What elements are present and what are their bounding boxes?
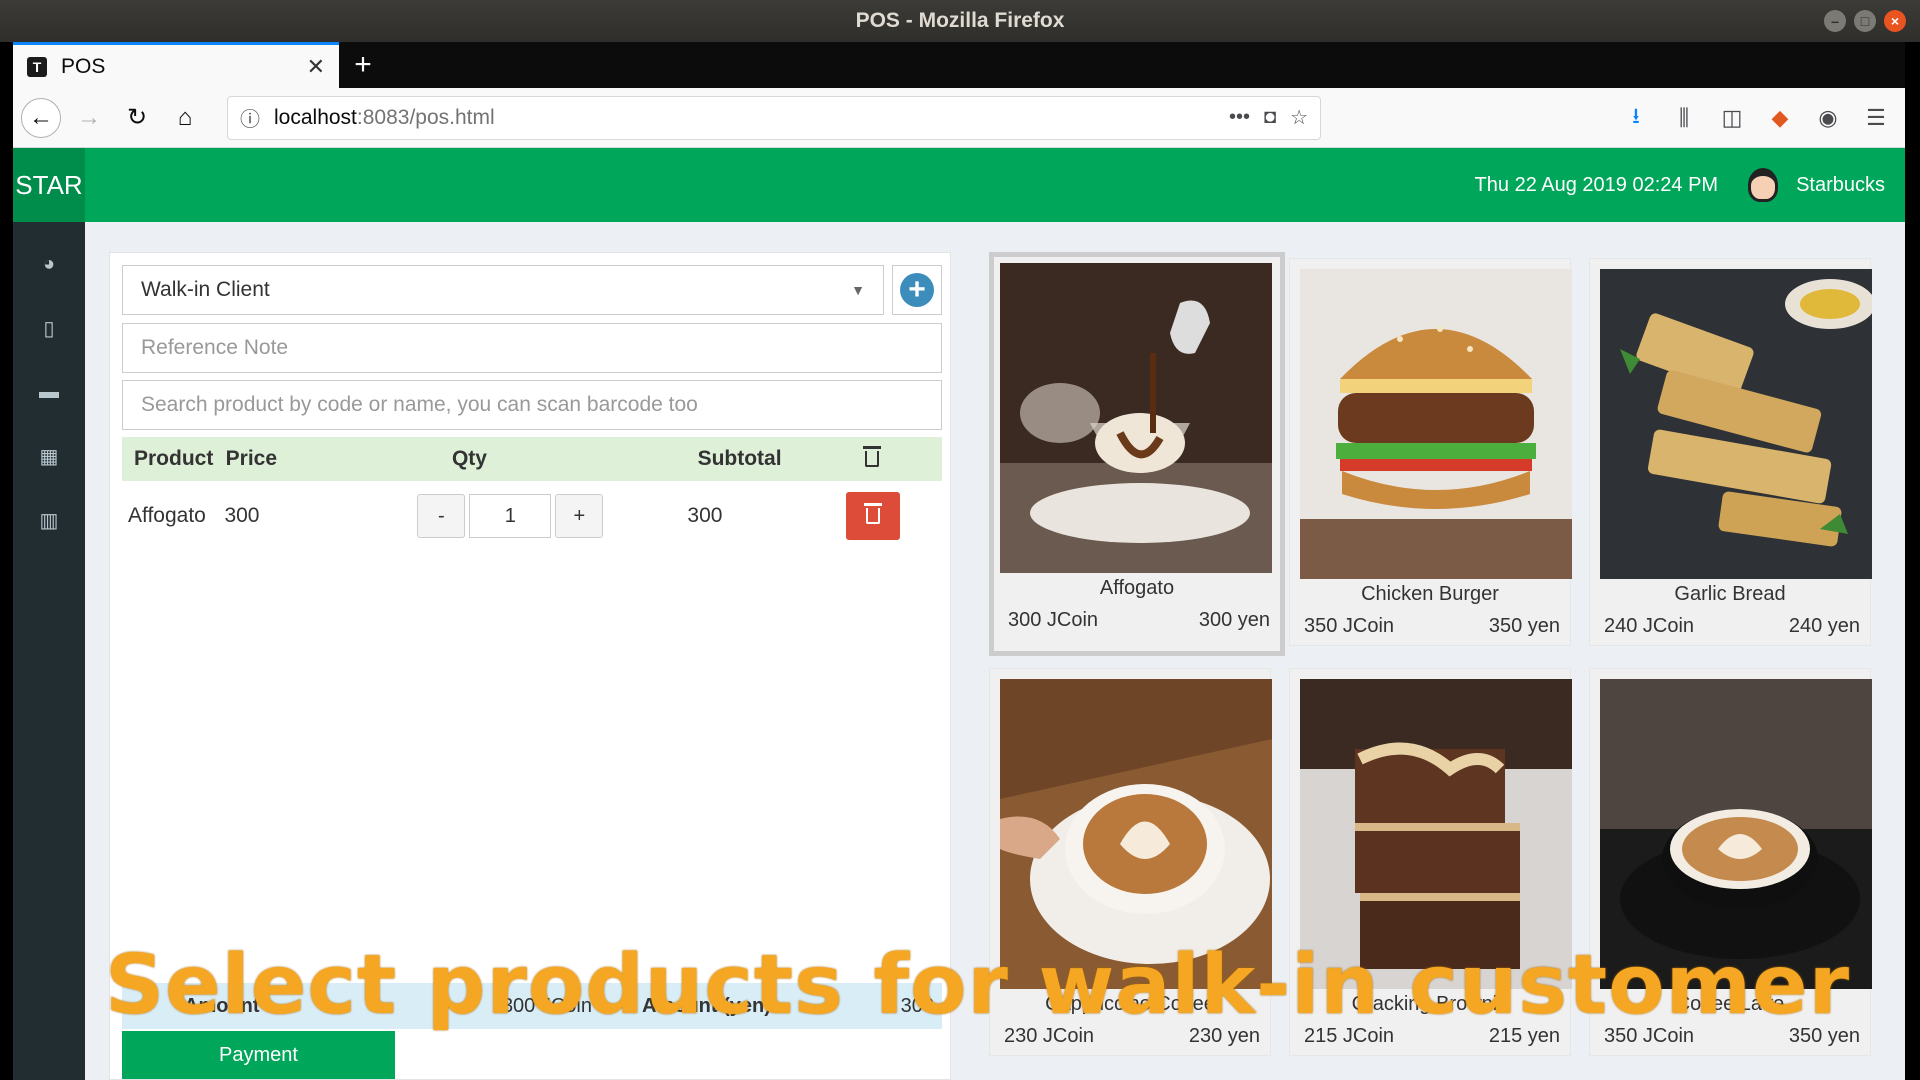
library-icon[interactable]: ⫼ xyxy=(1669,103,1699,133)
product-prices: 300 JCoin 300 yen xyxy=(1008,609,1270,632)
cart-header-row: Product Price Qty Subtotal xyxy=(122,437,942,481)
hamburger-menu-icon[interactable]: ☰ xyxy=(1861,103,1891,133)
minimize-icon[interactable]: – xyxy=(1824,10,1846,32)
tutorial-caption: Select products for walk-in customer xyxy=(105,938,1851,1033)
plus-circle-icon: + xyxy=(900,273,934,307)
product-image-affogato xyxy=(1000,263,1272,573)
more-actions-icon[interactable]: ••• xyxy=(1229,106,1250,129)
receipt-icon[interactable]: ▯ xyxy=(13,296,85,360)
bookmark-star-icon[interactable]: ☆ xyxy=(1290,105,1308,130)
product-name: Chicken Burger xyxy=(1361,583,1499,605)
info-icon[interactable]: ⓘ xyxy=(240,103,260,132)
sidebar-toggle-icon[interactable]: ◫ xyxy=(1717,103,1747,133)
product-yen-price: 240 yen xyxy=(1788,615,1860,637)
new-tab-icon[interactable]: + xyxy=(339,42,387,88)
col-qty: Qty xyxy=(451,447,487,470)
home-icon[interactable]: ⌂ xyxy=(165,98,205,138)
qty-increase-button[interactable]: + xyxy=(555,494,604,538)
chevron-down-icon: ▼ xyxy=(851,282,865,298)
folder-icon[interactable]: ▬ xyxy=(13,360,85,424)
user-menu[interactable]: Starbucks xyxy=(1748,168,1885,202)
nav-toolbar: ← → ↻ ⌂ ⓘ localhost:8083/pos.html ••• ◘ … xyxy=(13,88,1905,148)
product-name: Garlic Bread xyxy=(1674,583,1786,605)
product-coin-price: 240 JCoin xyxy=(1604,615,1695,637)
download-icon[interactable]: ⭳ xyxy=(1621,103,1651,133)
pocket-icon[interactable]: ◘ xyxy=(1264,106,1276,129)
product-yen-price: 350 yen xyxy=(1488,615,1560,637)
maximize-icon[interactable]: □ xyxy=(1854,10,1876,32)
grid-icon[interactable]: ▦ xyxy=(13,424,85,488)
close-window-icon[interactable]: × xyxy=(1884,10,1906,32)
product-card-garlic-bread[interactable]: Garlic Bread 240 JCoin 240 yen xyxy=(1589,258,1872,646)
product-yen-price: 300 yen xyxy=(1198,609,1270,631)
forward-icon[interactable]: → xyxy=(69,98,109,138)
payment-button[interactable]: Payment xyxy=(122,1031,395,1079)
app-header: STAR Thu 22 Aug 2019 02:24 PM Starbucks xyxy=(13,148,1905,222)
sidebar: ◕ ▯ ▬ ▦ ▥ xyxy=(13,222,85,1080)
product-image-chicken-burger xyxy=(1300,269,1572,579)
col-product: Product xyxy=(134,447,214,470)
tab-title: POS xyxy=(61,54,106,78)
cart-item-price: 300 xyxy=(224,504,260,527)
header-right: Thu 22 Aug 2019 02:24 PM Starbucks xyxy=(1475,168,1905,202)
trash-icon xyxy=(863,503,882,524)
product-card-chicken-burger[interactable]: Chicken Burger 350 JCoin 350 yen xyxy=(1289,258,1572,646)
qty-decrease-button[interactable]: - xyxy=(417,494,466,538)
cart-item-subtotal: 300 xyxy=(687,504,723,527)
product-name: Affogato xyxy=(1099,577,1175,599)
reload-icon[interactable]: ↻ xyxy=(117,98,157,138)
toolbar-right: ⭳ ⫼ ◫ ◆ ◉ ☰ xyxy=(1621,103,1897,133)
extension-icon[interactable]: ◆ xyxy=(1765,103,1795,133)
favicon-icon: T xyxy=(27,56,47,77)
window-title: POS - Mozilla Firefox xyxy=(855,9,1065,32)
user-name: Starbucks xyxy=(1796,173,1885,196)
cart-table: Product Price Qty Subtotal Affogato 300 … xyxy=(122,437,942,551)
product-search-input[interactable]: Search product by code or name, you can … xyxy=(122,380,942,430)
dashboard-icon[interactable]: ◕ xyxy=(13,232,85,296)
url-bar[interactable]: ⓘ localhost:8083/pos.html ••• ◘ ☆ xyxy=(227,95,1321,140)
datetime: Thu 22 Aug 2019 02:24 PM xyxy=(1474,173,1719,196)
tab-pos[interactable]: T POS ✕ xyxy=(13,42,339,88)
tab-strip: T POS ✕ + xyxy=(13,42,1905,88)
cart-item-product: Affogato xyxy=(128,504,206,527)
avatar xyxy=(1748,168,1779,202)
product-coin-price: 350 JCoin xyxy=(1304,615,1395,637)
clear-cart-icon[interactable] xyxy=(802,446,942,467)
app-logo[interactable]: STAR xyxy=(13,148,85,222)
browser-window: T POS ✕ + ← → ↻ ⌂ ⓘ localhost:8083/pos.h… xyxy=(13,42,1905,1080)
add-client-button[interactable]: + xyxy=(892,265,942,315)
window-controls: – □ × xyxy=(1824,10,1906,32)
close-tab-icon[interactable]: ✕ xyxy=(307,54,325,80)
product-coin-price: 300 JCoin xyxy=(1008,609,1099,631)
product-image-garlic-bread xyxy=(1600,269,1872,579)
col-price: Price xyxy=(225,447,278,470)
client-select[interactable]: Walk-in Client ▼ xyxy=(122,265,884,315)
table-row: Affogato 300 - 1 + 300 xyxy=(122,481,942,551)
product-prices: 350 JCoin 350 yen xyxy=(1304,615,1560,638)
url-host: localhost xyxy=(274,105,357,129)
remove-item-button[interactable] xyxy=(803,492,942,540)
account-icon[interactable]: ◉ xyxy=(1813,103,1843,133)
bar-chart-icon[interactable]: ▥ xyxy=(13,488,85,552)
product-card-affogato[interactable]: Affogato 300 JCoin 300 yen xyxy=(989,252,1285,656)
client-select-value: Walk-in Client xyxy=(141,278,270,301)
qty-input[interactable]: 1 xyxy=(469,494,552,538)
product-prices: 240 JCoin 240 yen xyxy=(1604,615,1860,638)
col-subtotal: Subtotal xyxy=(697,447,782,470)
window-titlebar: POS - Mozilla Firefox – □ × xyxy=(0,0,1920,42)
url-path: :8083/pos.html xyxy=(356,105,495,129)
client-row: Walk-in Client ▼ + xyxy=(122,265,942,315)
quantity-stepper: - 1 + xyxy=(417,494,687,538)
reference-note-input[interactable]: Reference Note xyxy=(122,323,942,373)
back-icon[interactable]: ← xyxy=(21,97,61,138)
